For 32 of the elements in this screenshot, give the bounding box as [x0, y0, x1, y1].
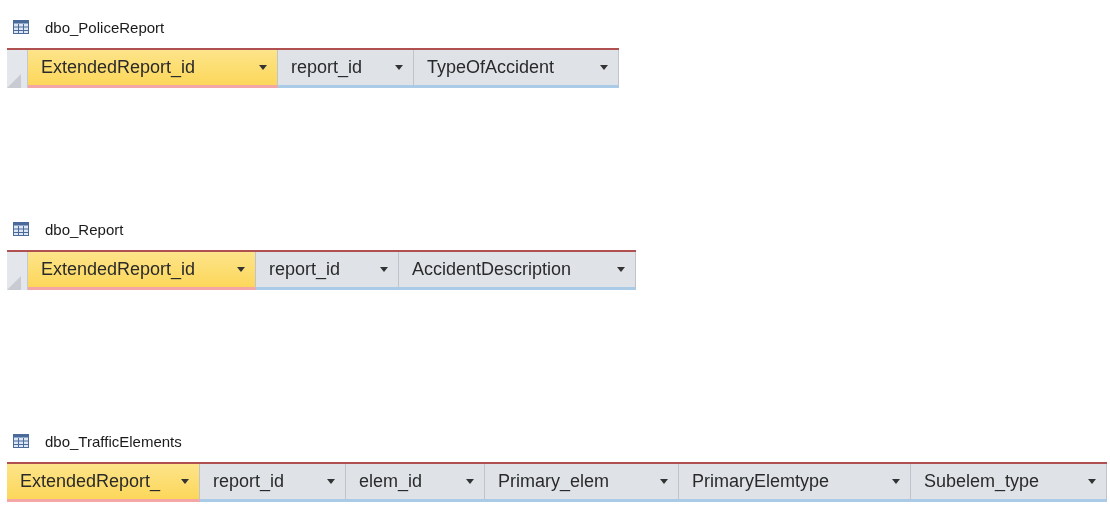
dropdown-caret-icon[interactable] [1088, 479, 1096, 484]
column-header[interactable]: PrimaryElemtype [679, 464, 911, 502]
dropdown-caret-icon[interactable] [600, 65, 608, 70]
dropdown-caret-icon[interactable] [237, 267, 245, 272]
table-icon [13, 222, 29, 236]
corner-triangle-icon [7, 74, 21, 88]
table-title: dbo_TrafficElements [45, 432, 182, 450]
dropdown-caret-icon[interactable] [395, 65, 403, 70]
column-header[interactable]: Subelem_type [911, 464, 1107, 502]
column-header[interactable]: ExtendedReport_ [7, 464, 200, 502]
column-header[interactable]: elem_id [346, 464, 485, 502]
dropdown-caret-icon[interactable] [466, 479, 474, 484]
dropdown-caret-icon[interactable] [259, 65, 267, 70]
table-title: dbo_Report [45, 220, 124, 238]
dropdown-caret-icon[interactable] [327, 479, 335, 484]
corner-triangle-icon [7, 276, 21, 290]
dropdown-caret-icon[interactable] [181, 479, 189, 484]
table-title: dbo_PoliceReport [45, 18, 165, 36]
column-header[interactable]: report_id [200, 464, 346, 502]
column-header[interactable]: TypeOfAccident [414, 50, 619, 88]
column-header[interactable]: ExtendedReport_id [28, 50, 278, 88]
dropdown-caret-icon[interactable] [660, 479, 668, 484]
column-header[interactable]: Primary_elem [485, 464, 679, 502]
table-icon [13, 20, 29, 34]
dropdown-caret-icon[interactable] [617, 267, 625, 272]
dropdown-caret-icon[interactable] [380, 267, 388, 272]
dropdown-caret-icon[interactable] [892, 479, 900, 484]
table-icon [13, 434, 29, 448]
column-header[interactable]: report_id [278, 50, 414, 88]
column-header[interactable]: ExtendedReport_id [28, 252, 256, 290]
column-header[interactable]: report_id [256, 252, 399, 290]
column-header[interactable]: AccidentDescription [399, 252, 636, 290]
